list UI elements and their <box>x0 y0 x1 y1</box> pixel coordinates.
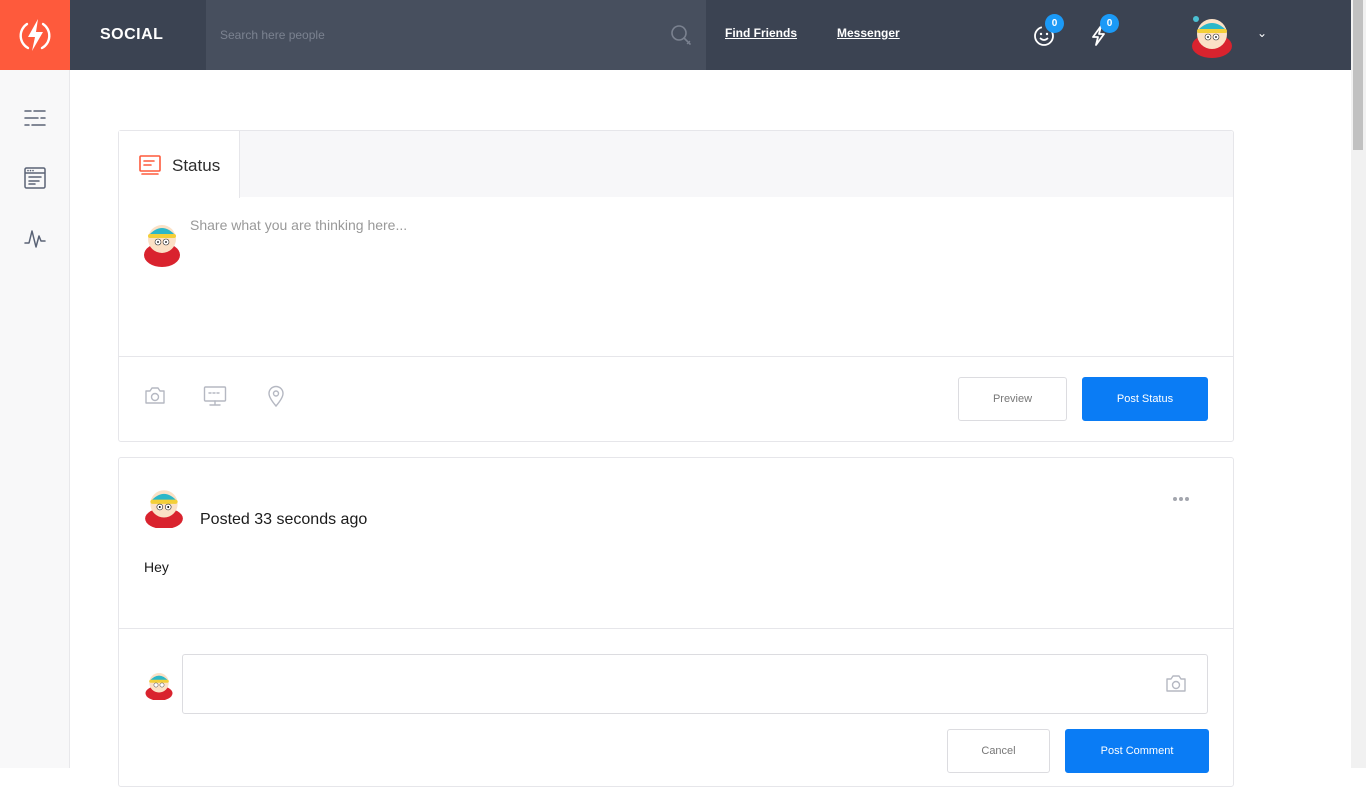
post-card: Posted 33 seconds ago Hey Cancel Post Co… <box>118 457 1234 787</box>
cancel-comment-button[interactable]: Cancel <box>947 729 1050 773</box>
user-menu-caret-icon[interactable]: ⌄ <box>1257 26 1267 40</box>
status-document-icon <box>139 155 161 175</box>
post-author-avatar[interactable] <box>143 486 185 528</box>
post-comment-button[interactable]: Post Comment <box>1065 729 1209 773</box>
status-composer-card: Status Preview Post Status <box>118 130 1234 442</box>
comment-camera-icon[interactable] <box>1163 672 1189 696</box>
monitor-icon[interactable] <box>203 384 227 408</box>
browser-window-icon[interactable] <box>23 166 47 190</box>
left-sidebar <box>0 70 70 768</box>
feed-list-icon[interactable] <box>23 106 47 130</box>
notifications-count-badge: 0 <box>1100 14 1119 33</box>
location-pin-icon[interactable] <box>264 384 288 408</box>
post-timestamp: Posted 33 seconds ago <box>200 511 368 528</box>
friend-requests-button[interactable]: 0 <box>1031 14 1064 48</box>
search-input[interactable] <box>206 0 646 70</box>
brand-name: SOCIAL <box>100 26 164 43</box>
commenter-avatar <box>145 673 173 700</box>
user-avatar[interactable] <box>1189 13 1235 59</box>
nav-find-friends-link[interactable]: Find Friends <box>725 26 797 40</box>
nav-messenger-link[interactable]: Messenger <box>837 26 900 40</box>
top-navbar: SOCIAL Find Friends Messenger 0 0 <box>0 0 1351 70</box>
comment-input[interactable] <box>183 655 1171 713</box>
post-status-button[interactable]: Post Status <box>1082 377 1208 421</box>
friend-requests-count-badge: 0 <box>1045 14 1064 33</box>
composer-divider <box>119 356 1233 357</box>
preview-button[interactable]: Preview <box>958 377 1067 421</box>
app-logo[interactable] <box>0 0 70 70</box>
search-icon[interactable] <box>669 23 693 47</box>
activity-pulse-icon[interactable] <box>23 226 47 250</box>
notifications-button[interactable]: 0 <box>1086 14 1119 48</box>
camera-icon[interactable] <box>143 384 167 408</box>
status-textarea[interactable] <box>188 215 1192 339</box>
post-divider <box>119 628 1233 629</box>
lightning-logo-icon <box>19 19 51 51</box>
more-options-icon[interactable] <box>1172 496 1190 502</box>
post-body-text: Hey <box>144 559 169 575</box>
scrollbar-thumb[interactable] <box>1353 0 1363 150</box>
comment-box <box>182 654 1208 714</box>
composer-tabbar: Status <box>119 131 1233 198</box>
tab-status-label: Status <box>172 156 221 175</box>
tab-status[interactable]: Status <box>119 131 240 198</box>
search-bar <box>206 0 706 70</box>
composer-avatar <box>144 225 180 267</box>
page-scrollbar[interactable] <box>1351 0 1366 768</box>
